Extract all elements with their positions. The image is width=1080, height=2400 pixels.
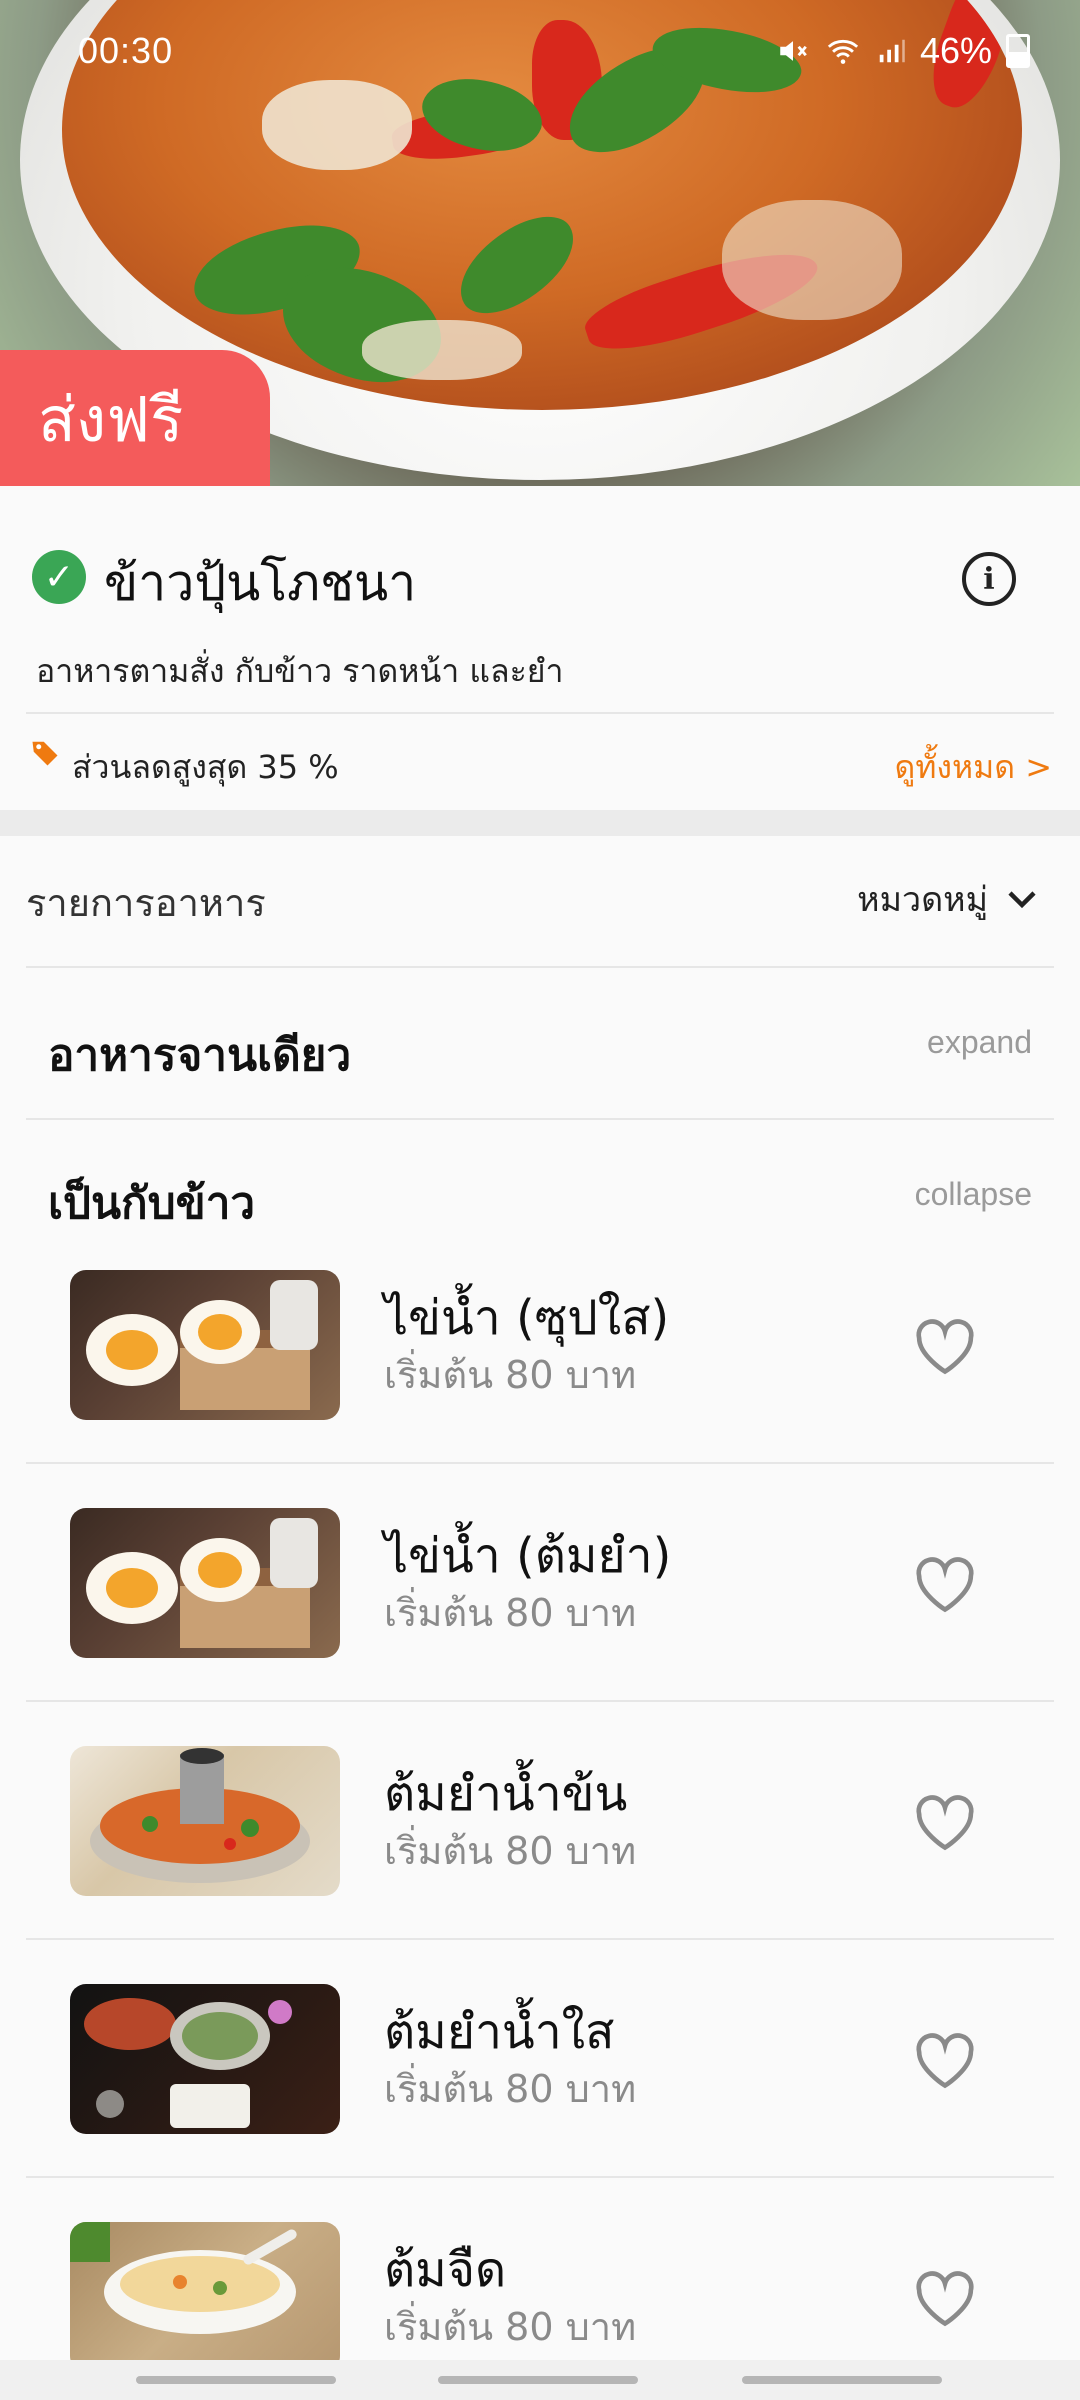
hero-image: 00:30 46% ส่งฟรี xyxy=(0,0,1080,486)
recents-button[interactable] xyxy=(136,2376,336,2384)
store-name: ข้าวปุ้นโภชนา xyxy=(104,554,417,612)
status-bar-time: 00:30 xyxy=(78,30,174,71)
menu-title: รายการอาหาร xyxy=(26,881,266,925)
discount-tag-icon xyxy=(32,741,58,766)
menu-item-price: เริ่มต้น 80 บาท xyxy=(384,1353,637,1397)
heart-icon[interactable] xyxy=(914,2032,976,2090)
section-title-with-rice[interactable]: เป็นกับข้าว xyxy=(48,1168,255,1238)
store-description: อาหารตามสั่ง กับข้าว ราดหน้า และยำ xyxy=(36,652,564,690)
divider xyxy=(26,2176,1054,2178)
divider xyxy=(26,1700,1054,1702)
chevron-down-icon xyxy=(1008,891,1036,909)
menu-item[interactable]: ต้มยำน้ำใส เริ่มต้น 80 บาท xyxy=(0,1954,1080,2192)
category-label: หมวดหมู่ xyxy=(857,880,988,920)
menu-item[interactable]: ไข่น้ำ (ซุปใส) เริ่มต้น 80 บาท xyxy=(0,1240,1080,1478)
clear-soup-bowl-photo xyxy=(70,2222,340,2360)
section-expand-button[interactable]: expand xyxy=(927,1024,1032,1061)
divider xyxy=(26,1118,1054,1120)
battery-percent: 46% xyxy=(919,30,992,71)
seafood-table-photo xyxy=(70,1984,340,2134)
status-bar-icons: 46% xyxy=(776,30,1030,72)
max-discount-text: ส่วนลดสูงสุด 35 % xyxy=(72,748,339,786)
tom-yum-pot-photo xyxy=(70,1746,340,1896)
heart-icon[interactable] xyxy=(914,1794,976,1852)
divider xyxy=(26,966,1054,968)
divider xyxy=(26,1462,1054,1464)
back-button[interactable] xyxy=(742,2376,942,2384)
home-button[interactable] xyxy=(438,2376,638,2384)
category-dropdown[interactable]: หมวดหมู่ xyxy=(857,872,1040,926)
info-icon[interactable]: i xyxy=(962,552,1016,606)
menu-item[interactable]: ต้มจืด เริ่มต้น 80 บาท xyxy=(0,2192,1080,2360)
divider xyxy=(26,712,1054,714)
menu-item[interactable]: ต้มยำน้ำข้น เริ่มต้น 80 บาท xyxy=(0,1716,1080,1954)
heart-icon[interactable] xyxy=(914,1318,976,1376)
free-delivery-label: ส่งฟรี xyxy=(38,383,184,456)
view-all-link[interactable]: ดูทั้งหมด > xyxy=(895,742,1052,793)
signal-icon xyxy=(879,39,905,63)
wifi-icon xyxy=(827,39,859,64)
menu-item-price: เริ่มต้น 80 บาท xyxy=(384,1591,637,1635)
menu-item[interactable]: ไข่น้ำ (ต้มยำ) เริ่มต้น 80 บาท xyxy=(0,1478,1080,1716)
section-separator xyxy=(0,810,1080,836)
boiled-egg-photo xyxy=(70,1508,340,1658)
divider xyxy=(26,1938,1054,1940)
menu-item-price: เริ่มต้น 80 บาท xyxy=(384,2305,637,2349)
section-collapse-button[interactable]: collapse xyxy=(915,1176,1032,1213)
heart-icon[interactable] xyxy=(914,1556,976,1614)
store-info-card: ✓ ข้าวปุ้นโภชนา i อาหารตามสั่ง กับข้าว ร… xyxy=(0,486,1080,811)
boiled-egg-photo xyxy=(70,1270,340,1420)
battery-icon xyxy=(1006,34,1030,68)
menu-item-price: เริ่มต้น 80 บาท xyxy=(384,1829,637,1873)
free-delivery-badge: ส่งฟรี xyxy=(0,350,270,486)
menu-item-price: เริ่มต้น 80 บาท xyxy=(384,2067,637,2111)
verified-check-icon: ✓ xyxy=(32,550,86,604)
heart-icon[interactable] xyxy=(914,2270,976,2328)
mute-icon xyxy=(780,41,807,61)
section-title-single-dish[interactable]: อาหารจานเดียว xyxy=(48,1020,351,1090)
system-navigation-bar xyxy=(0,2360,1080,2400)
